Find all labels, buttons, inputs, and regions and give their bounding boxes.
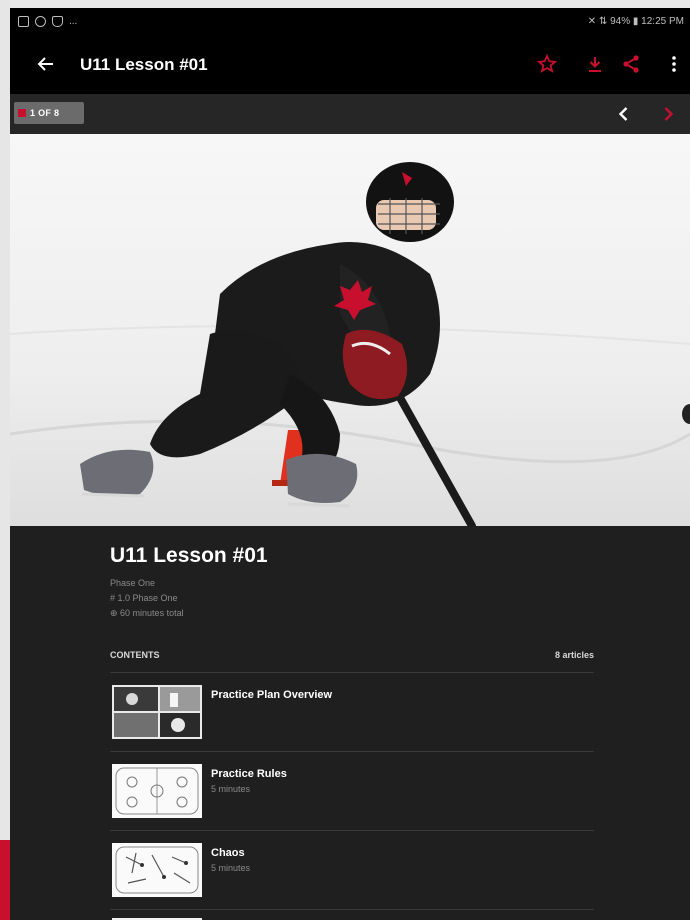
- next-page-icon[interactable]: [656, 102, 680, 126]
- article-title: Practice Rules: [211, 768, 287, 780]
- list-item[interactable]: Chaos 5 minutes: [110, 843, 594, 899]
- contents-header: CONTENTS 8 articles: [110, 650, 594, 660]
- lesson-details: U11 Lesson #01 Phase One # 1.0 Phase One…: [10, 526, 690, 920]
- device-bezel-top: [0, 0, 690, 8]
- page-indicator: 1 OF 8: [14, 102, 84, 124]
- list-item[interactable]: Practice Rules 5 minutes: [110, 764, 594, 820]
- back-arrow-icon[interactable]: [36, 52, 56, 76]
- lesson-title: U11 Lesson #01: [110, 544, 268, 567]
- pager-bar: 1 OF 8: [10, 94, 690, 134]
- app-screen: ... ✕ ⇅ 94% ▮ 12:25 PM U11 Lesson #01 1 …: [10, 8, 690, 920]
- clock-icon: [35, 16, 46, 27]
- article-thumbnail: [112, 843, 202, 897]
- star-icon[interactable]: [535, 52, 559, 76]
- article-count: 8 articles: [554, 650, 594, 660]
- status-bar: ... ✕ ⇅ 94% ▮ 12:25 PM: [10, 8, 690, 36]
- more-vert-icon[interactable]: [666, 52, 682, 76]
- lesson-phase: Phase One: [110, 578, 156, 588]
- article-duration: 5 minutes: [211, 863, 251, 873]
- article-title: Chaos: [211, 847, 245, 859]
- contents-label: CONTENTS: [110, 650, 160, 660]
- device-bezel-left: [0, 0, 10, 920]
- divider: [110, 672, 594, 673]
- lesson-duration: ⊕ 60 minutes total: [110, 608, 184, 618]
- app-bar: U11 Lesson #01: [10, 36, 690, 94]
- article-thumbnail: [112, 685, 202, 739]
- shield-icon: [52, 16, 63, 27]
- app-bar-title: U11 Lesson #01: [80, 55, 208, 74]
- divider: [110, 909, 594, 910]
- page-marker-icon: [18, 109, 26, 117]
- lesson-version: # 1.0 Phase One: [110, 593, 178, 603]
- share-icon[interactable]: [619, 52, 643, 76]
- previous-page-icon[interactable]: [612, 102, 636, 126]
- status-overflow: ...: [69, 16, 78, 27]
- status-left: ...: [18, 16, 77, 27]
- article-thumbnail: [112, 764, 202, 818]
- image-icon: [18, 16, 29, 27]
- article-duration: 5 minutes: [211, 784, 251, 794]
- article-title: Practice Plan Overview: [211, 689, 333, 701]
- download-icon[interactable]: [583, 52, 607, 76]
- divider: [110, 830, 594, 831]
- divider: [110, 751, 594, 752]
- list-item[interactable]: Practice Plan Overview: [110, 685, 594, 741]
- status-right: ✕ ⇅ 94% ▮ 12:25 PM: [587, 16, 684, 27]
- page-indicator-label: 1 OF 8: [30, 108, 60, 118]
- lesson-hero-image: [10, 134, 690, 526]
